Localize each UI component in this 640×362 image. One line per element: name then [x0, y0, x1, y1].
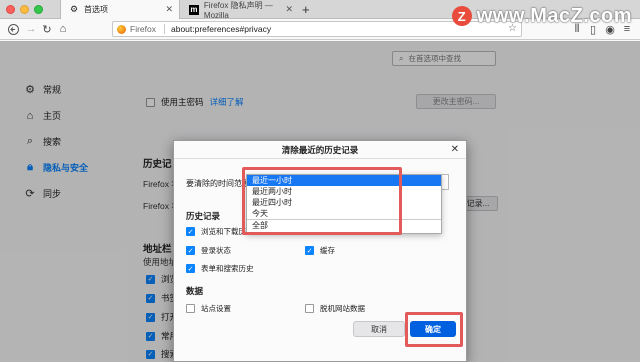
forward-button[interactable]: →: [24, 22, 38, 36]
history-option-label: 缓存: [320, 246, 335, 255]
dialog-title-bar: 清除最近的历史记录 ✕: [174, 141, 466, 159]
tab-privacy-notice[interactable]: m Firefox 隐私声明 — Mozilla ✕: [181, 0, 299, 20]
close-tab-icon[interactable]: ✕: [165, 4, 173, 15]
watermark: Z www.MacZ.com: [451, 4, 632, 27]
highlight-box-dropdown: [242, 167, 402, 235]
data-option: 脱机网站数据: [305, 303, 365, 314]
site-settings-checkbox[interactable]: [186, 304, 195, 313]
logins-checkbox[interactable]: ✓: [186, 246, 195, 255]
mozilla-m-icon: m: [189, 4, 199, 15]
history-option-label: 登录状态: [201, 246, 231, 255]
close-icon[interactable]: ✕: [451, 144, 459, 155]
data-option-label: 脱机网站数据: [320, 304, 365, 313]
data-option-label: 站点设置: [201, 304, 231, 313]
cancel-button[interactable]: 取消: [353, 321, 405, 337]
watermark-badge: Z: [451, 6, 472, 26]
back-arrow-icon: [7, 23, 19, 35]
identity-box[interactable]: Firefox: [117, 24, 156, 34]
reload-button[interactable]: ↻: [40, 22, 54, 36]
new-tab-button[interactable]: +: [302, 2, 310, 17]
watermark-text: www.MacZ.com: [476, 4, 632, 27]
close-window-button[interactable]: [6, 5, 15, 14]
url-text: about:preferences#privacy: [170, 24, 272, 34]
data-heading: 数据: [186, 286, 204, 296]
dialog-title: 清除最近的历史记录: [281, 144, 359, 155]
identity-label: Firefox: [130, 24, 156, 34]
url-separator: [163, 24, 165, 34]
cache-checkbox[interactable]: ✓: [305, 246, 314, 255]
browsing-history-checkbox[interactable]: ✓: [186, 227, 195, 236]
confirm-button[interactable]: 确定: [410, 321, 456, 337]
tab-label: 首选项: [84, 5, 108, 14]
offline-data-checkbox[interactable]: [305, 304, 314, 313]
minimize-window-button[interactable]: [20, 5, 29, 14]
home-button[interactable]: ⌂: [56, 22, 70, 36]
firefox-logo-icon: [117, 24, 126, 34]
data-option: 站点设置: [186, 303, 231, 314]
history-option: ✓ 表单和搜索历史: [186, 263, 254, 274]
zoom-window-button[interactable]: [34, 5, 43, 14]
close-tab-icon[interactable]: ✕: [285, 4, 293, 15]
form-history-checkbox[interactable]: ✓: [186, 264, 195, 273]
tab-preferences[interactable]: ⚙ 首选项 ✕: [60, 0, 180, 19]
history-option-label: 表单和搜索历史: [201, 264, 254, 273]
history-heading: 历史记录: [186, 211, 221, 221]
back-button[interactable]: [6, 22, 20, 36]
gear-icon: ⚙: [69, 4, 79, 14]
history-option: ✓ 登录状态: [186, 245, 231, 256]
history-option: ✓ 缓存: [305, 245, 335, 256]
